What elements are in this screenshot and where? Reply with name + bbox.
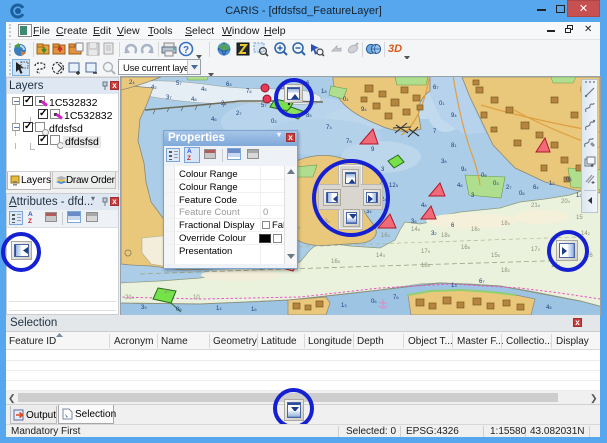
- svg-text:15: 15: [576, 215, 583, 221]
- svg-text:?: ?: [183, 45, 189, 56]
- svg-text:10: 10: [193, 295, 200, 301]
